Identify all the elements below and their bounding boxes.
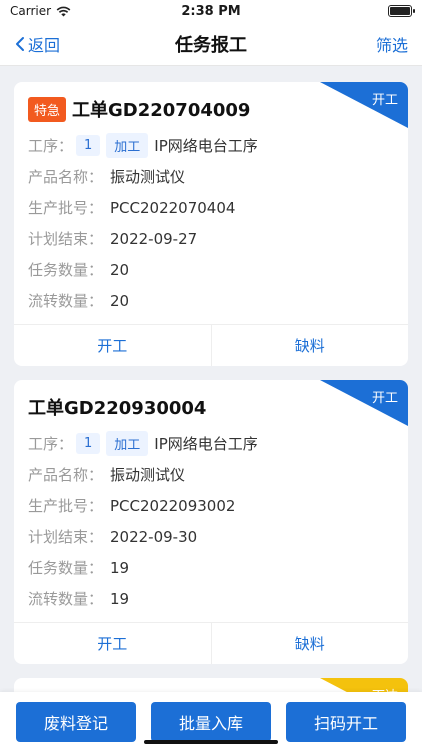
status-bar: Carrier 2:38 PM [0,0,422,22]
battery-icon [388,5,415,17]
batch-value: PCC2022070404 [110,198,236,217]
flow-qty-row: 流转数量： 20 [28,285,394,316]
product-name-value: 振动测试仪 [110,168,186,186]
plan-end-value: 2022-09-30 [110,527,198,546]
material-shortage-button[interactable]: 缺料 [210,325,409,366]
scrap-register-button[interactable]: 废料登记 [16,702,136,742]
flow-qty-value: 19 [110,589,130,608]
batch-stock-in-button[interactable]: 批量入库 [151,702,271,742]
chevron-left-icon [16,36,24,51]
home-indicator [144,740,278,744]
wifi-icon [56,6,71,16]
status-corner-label: 开工 [371,93,398,108]
flow-qty-row: 流转数量： 19 [28,583,394,614]
page-title: 任务报工 [175,34,247,56]
product-name-value: 振动测试仪 [110,466,186,484]
product-name-row: 产品名称： 振动测试仪 [28,161,394,192]
task-card: 开工 工单GD220930004 工序： 1 加工 IP网络电台工序 产品名称：… [14,380,408,664]
process-name: IP网络电台工序 [154,435,258,453]
process-seq-chip: 1 [76,433,101,454]
scan-start-button[interactable]: 扫码开工 [286,702,406,742]
status-time: 2:38 PM [181,3,241,19]
plan-end-row: 计划结束： 2022-09-27 [28,223,394,254]
product-name-row: 产品名称： 振动测试仪 [28,459,394,490]
task-qty-label: 任务数量： [28,559,104,577]
process-seq-chip: 1 [76,135,101,156]
task-qty-value: 20 [110,260,130,279]
process-name: IP网络电台工序 [154,137,258,155]
product-name-label: 产品名称： [28,466,104,484]
process-type-chip: 加工 [106,431,149,456]
plan-end-value: 2022-09-27 [110,229,198,248]
order-number: 工单GD220704009 [72,100,251,121]
filter-button[interactable]: 筛选 [376,32,408,56]
task-card: 下达 工单 [14,678,408,692]
batch-label: 生产批号： [28,199,104,217]
start-work-button[interactable]: 开工 [14,623,211,664]
plan-end-label: 计划结束： [28,230,104,248]
order-number: 工单GD220930004 [28,398,207,419]
material-shortage-button[interactable]: 缺料 [210,623,409,664]
status-left: Carrier [10,4,71,18]
flow-qty-label: 流转数量： [28,292,104,310]
task-qty-row: 任务数量： 19 [28,552,394,583]
product-name-label: 产品名称： [28,168,104,186]
task-qty-row: 任务数量： 20 [28,254,394,285]
flow-qty-value: 20 [110,291,130,310]
urgent-badge: 特急 [28,96,67,122]
batch-label: 生产批号： [28,497,104,515]
task-list[interactable]: 开工 特急 工单GD220704009 工序： 1 加工 IP网络电台工序 产品… [0,66,422,692]
batch-row: 生产批号： PCC2022093002 [28,490,394,521]
card-actions: 开工 缺料 [14,324,408,366]
carrier-label: Carrier [10,4,52,18]
task-card: 开工 特急 工单GD220704009 工序： 1 加工 IP网络电台工序 产品… [14,82,408,366]
start-work-button[interactable]: 开工 [14,325,211,366]
back-label: 返回 [28,35,61,55]
nav-bar: 返回 任务报工 筛选 [0,22,422,66]
task-qty-label: 任务数量： [28,261,104,279]
process-row: 工序： 1 加工 IP网络电台工序 [28,130,394,161]
process-label: 工序： [28,137,74,155]
task-qty-value: 19 [110,558,130,577]
process-label: 工序： [28,435,74,453]
process-row: 工序： 1 加工 IP网络电台工序 [28,428,394,459]
batch-row: 生产批号： PCC2022070404 [28,192,394,223]
batch-value: PCC2022093002 [110,496,236,515]
back-button[interactable]: 返回 [14,32,60,56]
status-corner-label: 开工 [371,391,398,406]
process-type-chip: 加工 [106,133,149,158]
plan-end-row: 计划结束： 2022-09-30 [28,521,394,552]
bottom-action-bar: 废料登记 批量入库 扫码开工 [0,692,422,750]
flow-qty-label: 流转数量： [28,590,104,608]
card-actions: 开工 缺料 [14,622,408,664]
status-corner-label: 下达 [372,685,398,692]
plan-end-label: 计划结束： [28,528,104,546]
